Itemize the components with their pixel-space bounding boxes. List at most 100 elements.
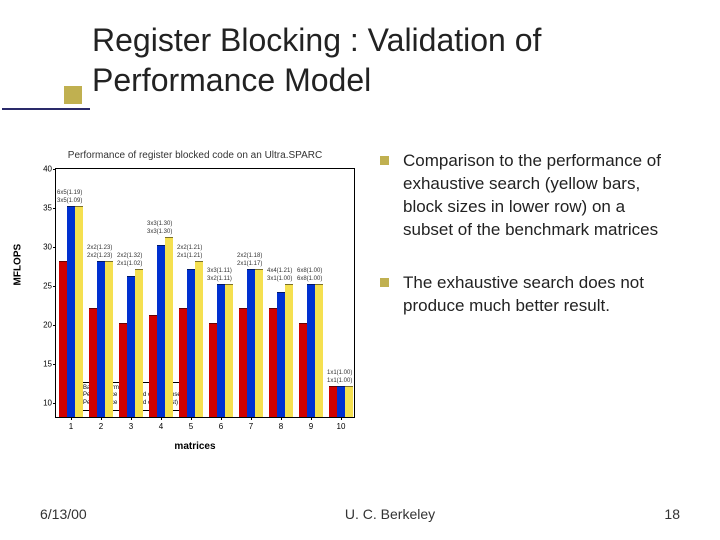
bar-yellow: [255, 269, 263, 417]
bar-red: [179, 308, 187, 417]
x-tick-label: 2: [91, 422, 111, 431]
bar-blue: [217, 284, 225, 417]
bar-yellow: [225, 284, 233, 417]
x-tick-label: 6: [211, 422, 231, 431]
bar-annotation: 3x3(1.30): [147, 221, 172, 227]
bar-group: [269, 284, 293, 417]
bar-annotation: 3x3(1.11): [207, 268, 232, 274]
y-tick-label: 10: [32, 399, 52, 408]
bar-yellow: [135, 269, 143, 417]
bar-yellow: [345, 386, 353, 417]
chart-title: Performance of register blocked code on …: [20, 150, 370, 161]
bar-blue: [187, 269, 195, 417]
bar-annotation: 2x2(1.32): [117, 253, 142, 259]
bar-blue: [67, 206, 75, 417]
bullet-text: Comparison to the performance of exhaust…: [403, 150, 670, 242]
bar-red: [239, 308, 247, 417]
bar-red: [329, 386, 337, 417]
bar-annotation: 2x1(1.17): [237, 261, 262, 267]
footer-page-number: 18: [620, 506, 680, 522]
page-title: Register Blocking : Validation of Perfor…: [92, 20, 672, 100]
y-tick-label: 35: [32, 204, 52, 213]
bar-blue: [277, 292, 285, 417]
bar-blue: [97, 261, 105, 417]
bar-blue: [247, 269, 255, 417]
bar-red: [299, 323, 307, 417]
footer-affiliation: U. C. Berkeley: [160, 506, 620, 522]
y-tick-label: 40: [32, 165, 52, 174]
title-rule: [2, 108, 90, 110]
bar-yellow: [75, 206, 83, 417]
bar-group: [329, 386, 353, 417]
y-axis-label: MFLOPS: [13, 244, 24, 286]
bar-group: [239, 269, 263, 417]
y-tick-label: 20: [32, 321, 52, 330]
bar-yellow: [105, 261, 113, 417]
bar-annotation: 2x1(1.02): [117, 261, 142, 267]
bar-annotation: 2x2(1.23): [87, 253, 112, 259]
bar-yellow: [165, 237, 173, 417]
bar-blue: [307, 284, 315, 417]
bar-red: [269, 308, 277, 417]
bar-red: [59, 261, 67, 417]
bullet-text: The exhaustive search does not produce m…: [403, 272, 670, 318]
bar-yellow: [315, 284, 323, 417]
bar-annotation: 3x2(1.11): [207, 276, 232, 282]
text-column: Comparison to the performance of exhaust…: [380, 150, 700, 450]
bar-annotation: 6x8(1.00): [297, 276, 322, 282]
bar-annotation: 6x5(1.19): [57, 190, 82, 196]
bar-annotation: 2x2(1.23): [87, 245, 112, 251]
bar-blue: [157, 245, 165, 417]
title-accent-square: [64, 86, 82, 104]
bar-group: [209, 284, 233, 417]
footer-date: 6/13/00: [40, 506, 160, 522]
x-tick-label: 8: [271, 422, 291, 431]
bar-group: [149, 237, 173, 417]
bar-group: [299, 284, 323, 417]
bar-annotation: 1x1(1.00): [327, 370, 352, 376]
y-tick-label: 30: [32, 243, 52, 252]
bar-yellow: [195, 261, 203, 417]
chart: Performance of register blocked code on …: [20, 150, 370, 450]
x-tick-label: 9: [301, 422, 321, 431]
bar-blue: [127, 276, 135, 417]
y-tick-label: 25: [32, 282, 52, 291]
bar-group: [59, 206, 83, 417]
bullet-square-icon: [380, 278, 389, 287]
bullet-item: The exhaustive search does not produce m…: [380, 272, 670, 318]
x-axis-label: matrices: [20, 441, 370, 452]
x-tick-label: 1: [61, 422, 81, 431]
x-tick-label: 5: [181, 422, 201, 431]
bar-annotation: 2x2(1.21): [177, 245, 202, 251]
bar-yellow: [285, 284, 293, 417]
x-tick-label: 3: [121, 422, 141, 431]
bar-red: [119, 323, 127, 417]
bar-annotation: 1x1(1.00): [327, 378, 352, 384]
bar-red: [209, 323, 217, 417]
bar-annotation: 6x8(1.00): [297, 268, 322, 274]
bar-annotation: 2x2(1.18): [237, 253, 262, 259]
bar-annotation: 2x1(1.21): [177, 253, 202, 259]
footer: 6/13/00 U. C. Berkeley 18: [0, 506, 720, 522]
bar-red: [149, 315, 157, 417]
bar-group: [179, 261, 203, 417]
bullet-item: Comparison to the performance of exhaust…: [380, 150, 670, 242]
x-tick-label: 10: [331, 422, 351, 431]
title-block: Register Blocking : Validation of Perfor…: [92, 20, 672, 100]
x-tick-label: 4: [151, 422, 171, 431]
bar-annotation: 3x3(1.30): [147, 229, 172, 235]
bar-group: [89, 261, 113, 417]
chart-column: Performance of register blocked code on …: [0, 150, 380, 450]
content-row: Performance of register blocked code on …: [0, 150, 720, 450]
bar-red: [89, 308, 97, 417]
bar-annotation: 4x4(1.21): [267, 268, 292, 274]
slide: Register Blocking : Validation of Perfor…: [0, 0, 720, 540]
bar-annotation: 3x1(1.00): [267, 276, 292, 282]
y-tick-label: 15: [32, 360, 52, 369]
bar-blue: [337, 386, 345, 417]
bar-group: [119, 269, 143, 417]
plot-area: Base performancePerformance of blocked c…: [55, 168, 355, 418]
bullet-square-icon: [380, 156, 389, 165]
x-tick-label: 7: [241, 422, 261, 431]
bar-annotation: 3x5(1.09): [57, 198, 82, 204]
